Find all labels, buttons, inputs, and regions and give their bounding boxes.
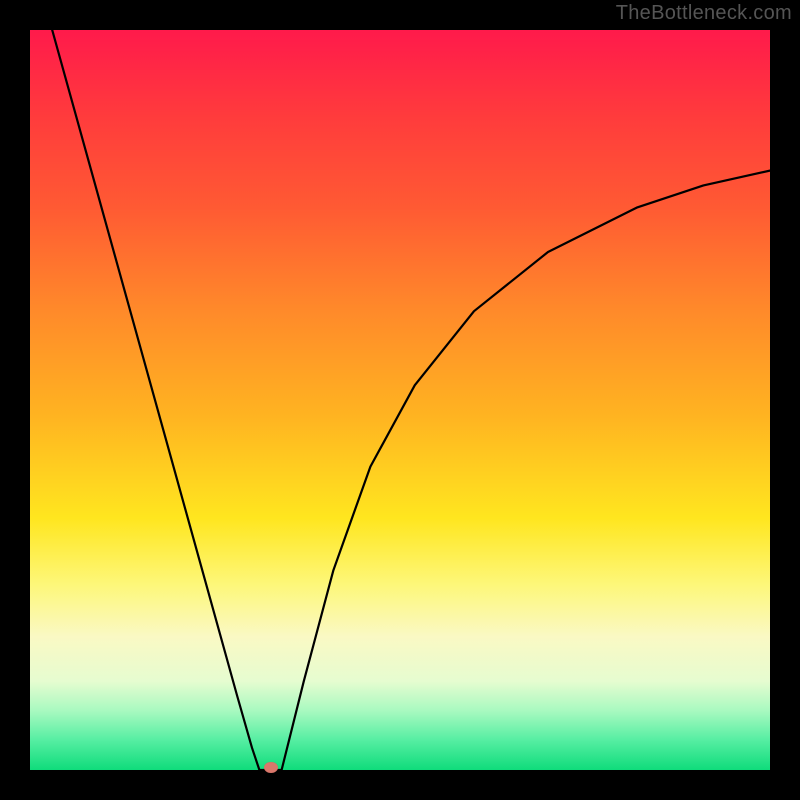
- attribution-text: TheBottleneck.com: [616, 2, 792, 25]
- curve-path: [52, 30, 770, 770]
- minimum-marker: [264, 762, 278, 773]
- bottleneck-curve: [30, 30, 770, 770]
- chart-frame: TheBottleneck.com: [0, 0, 800, 800]
- plot-area: [30, 30, 770, 770]
